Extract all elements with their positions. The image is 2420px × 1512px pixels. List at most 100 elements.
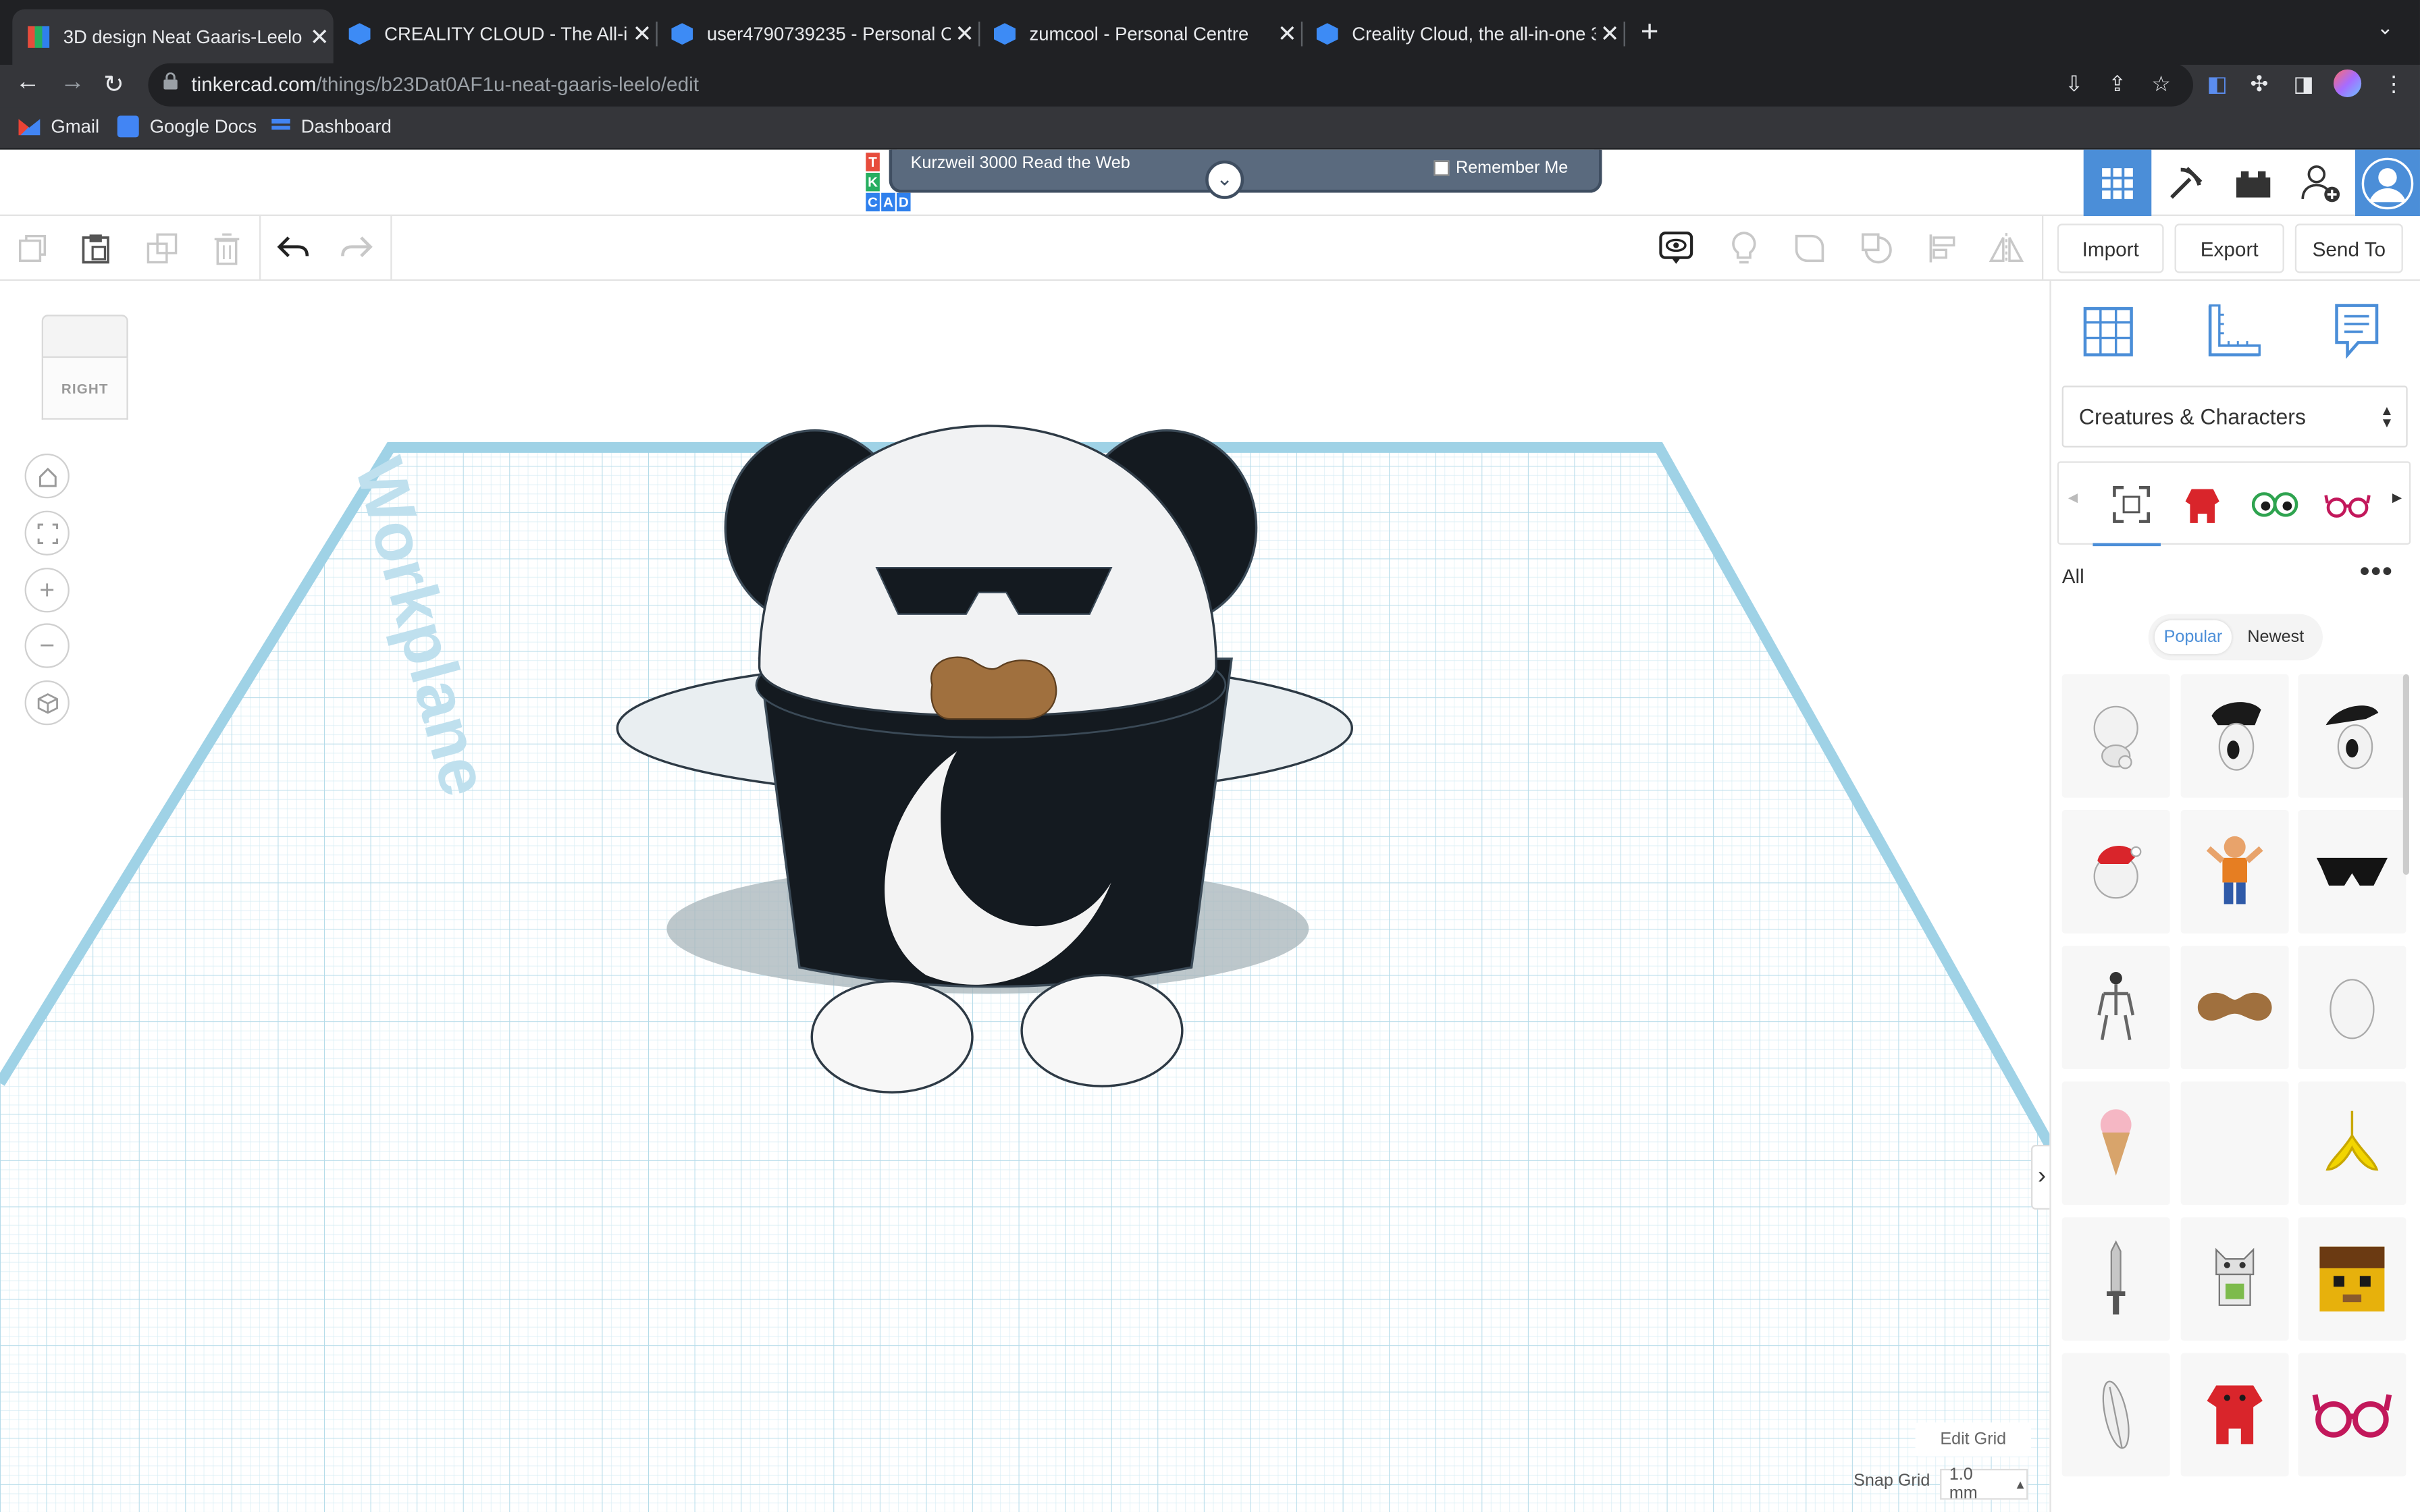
- bricks-button[interactable]: [2219, 150, 2288, 216]
- tab-search-chevron-icon[interactable]: ⌄: [2377, 16, 2394, 40]
- shape-sword[interactable]: [2061, 1217, 2170, 1341]
- tab-close-icon[interactable]: ✕: [951, 20, 978, 48]
- shape-empty[interactable]: [2180, 1081, 2289, 1206]
- shape-glasses[interactable]: [2298, 1353, 2406, 1477]
- user-avatar[interactable]: [2355, 149, 2420, 216]
- tab-zumcool[interactable]: zumcool - Personal Centre ✕: [978, 12, 1303, 55]
- tab-close-icon[interactable]: ✕: [1596, 20, 1623, 48]
- zoom-out-button[interactable]: −: [24, 623, 70, 668]
- edit-grid-button[interactable]: Edit Grid: [1915, 1422, 2031, 1457]
- sort-newest-button[interactable]: Newest: [2235, 620, 2317, 654]
- bookmark-gmail[interactable]: Gmail: [18, 115, 99, 137]
- side-panel-icon[interactable]: ◨: [2294, 71, 2314, 97]
- shape-mustache[interactable]: [2180, 946, 2289, 1069]
- shape-feather[interactable]: [2061, 1353, 2170, 1477]
- new-tab-button[interactable]: +: [1641, 16, 1659, 51]
- notes-visibility-button[interactable]: [1656, 228, 1696, 268]
- install-icon[interactable]: ⇩: [2065, 71, 2083, 97]
- perspective-toggle-button[interactable]: [24, 680, 70, 726]
- extension-kurzweil-icon[interactable]: ◧: [2207, 71, 2228, 97]
- bookmark-star-icon[interactable]: ☆: [2151, 71, 2171, 97]
- subcategory-all[interactable]: [2093, 479, 2161, 547]
- paste-button[interactable]: [76, 228, 115, 268]
- redo-button[interactable]: [336, 228, 376, 268]
- shape-sunglasses[interactable]: [2298, 809, 2406, 934]
- tab-creality-all-in-one[interactable]: Creality Cloud, the all-in-one 3 ✕: [1301, 12, 1625, 55]
- shape-snowman-head[interactable]: [2061, 674, 2170, 798]
- bookmark-dashboard[interactable]: Dashboard: [271, 115, 392, 137]
- reload-icon[interactable]: ↻: [103, 70, 124, 101]
- shape-cat[interactable]: [2180, 1217, 2289, 1341]
- shape-skeleton[interactable]: [2061, 946, 2170, 1069]
- 3d-workspace[interactable]: Workplane RIGHT + − Edit Grid Snap Grid …: [0, 280, 2050, 1512]
- tab-user-centre[interactable]: user4790739235 - Personal Ce ✕: [656, 12, 980, 55]
- zoom-in-button[interactable]: +: [24, 568, 70, 613]
- blocks-pickaxe-button[interactable]: [2151, 150, 2219, 216]
- ruler-tool-button[interactable]: [2203, 299, 2264, 360]
- 3d-design-grid-button[interactable]: [2083, 149, 2152, 216]
- back-arrow-icon[interactable]: ←: [16, 70, 41, 97]
- workplane-scene[interactable]: Workplane: [0, 281, 2050, 1512]
- forward-arrow-icon[interactable]: →: [60, 70, 85, 97]
- tab-creality-cloud[interactable]: CREALITY CLOUD - The All-in- ✕: [334, 12, 658, 55]
- creality-favicon-icon: [348, 23, 371, 45]
- shape-santa-snowman[interactable]: [2061, 809, 2170, 934]
- shape-character[interactable]: [2180, 809, 2289, 934]
- group-button[interactable]: [1790, 228, 1830, 268]
- align-button[interactable]: [1923, 228, 1963, 268]
- carousel-prev-icon[interactable]: ◀: [2068, 491, 2078, 505]
- notes-tool-button[interactable]: [2326, 299, 2388, 360]
- shape-eye-brow-2[interactable]: [2298, 674, 2406, 798]
- sort-popular-button[interactable]: Popular: [2154, 620, 2232, 655]
- fit-view-button[interactable]: [24, 510, 70, 556]
- subcategory-accessories[interactable]: [2321, 479, 2374, 531]
- view-cube[interactable]: RIGHT: [41, 315, 128, 420]
- export-button[interactable]: Export: [2174, 223, 2284, 273]
- duplicate-button[interactable]: [142, 228, 182, 268]
- home-view-button[interactable]: [24, 453, 70, 499]
- shape-block-head[interactable]: [2298, 1217, 2406, 1341]
- logo-letter: T: [866, 153, 880, 171]
- panel-scrollbar[interactable]: [2402, 674, 2409, 875]
- copy-button[interactable]: [12, 228, 52, 268]
- kurzweil-collapse-chevron-icon[interactable]: ⌄: [1205, 160, 1244, 199]
- tab-tinkercad[interactable]: 3D design Neat Gaaris-Leelo | ✕: [12, 9, 334, 65]
- share-icon[interactable]: ⇪: [2108, 71, 2126, 97]
- shape-category-select[interactable]: Creatures & Characters ▲ ▼: [2061, 385, 2408, 448]
- undo-button[interactable]: [273, 228, 313, 268]
- bookmark-google-docs[interactable]: Google Docs: [117, 115, 257, 138]
- invite-user-button[interactable]: [2287, 150, 2355, 216]
- view-cube-right[interactable]: RIGHT: [41, 358, 128, 420]
- extensions-puzzle-icon[interactable]: ✣: [2251, 71, 2269, 97]
- ungroup-button[interactable]: [1857, 228, 1897, 268]
- tab-close-icon[interactable]: ✕: [628, 20, 656, 48]
- toolbar-divider: [2041, 215, 2044, 281]
- tab-close-icon[interactable]: ✕: [1273, 20, 1301, 48]
- subcategory-eyes[interactable]: [2248, 479, 2301, 531]
- shape-ice-cream[interactable]: [2061, 1081, 2170, 1206]
- hint-lightbulb-button[interactable]: [1724, 228, 1764, 268]
- shape-egg[interactable]: [2298, 946, 2406, 1069]
- address-bar[interactable]: tinkercad.com/things/b23Dat0AF1u-neat-ga…: [148, 63, 2193, 107]
- shape-eye-brow-1[interactable]: [2180, 674, 2289, 798]
- remember-me-checkbox[interactable]: Remember Me: [1433, 159, 1568, 178]
- import-button[interactable]: Import: [2057, 223, 2164, 273]
- tab-close-icon[interactable]: ✕: [306, 23, 334, 51]
- workplane-tool-button[interactable]: [2078, 299, 2139, 360]
- minus-icon: −: [39, 630, 55, 660]
- profile-avatar[interactable]: [2333, 69, 2362, 97]
- subcategory-creatures[interactable]: [2176, 479, 2229, 531]
- more-options-icon[interactable]: •••: [2360, 556, 2394, 588]
- send-to-button[interactable]: Send To: [2294, 223, 2403, 273]
- chrome-menu-icon[interactable]: ⋮: [2383, 71, 2404, 97]
- view-cube-top[interactable]: [41, 315, 128, 358]
- carousel-next-icon[interactable]: ▶: [2392, 491, 2402, 505]
- shape-banana[interactable]: [2298, 1081, 2406, 1206]
- delete-button[interactable]: [207, 228, 246, 268]
- mirror-button[interactable]: [1987, 228, 2026, 268]
- copy-icon: [18, 234, 46, 262]
- panda-left-foot: [810, 979, 974, 1094]
- snap-grid-select[interactable]: 1.0 mm ▲: [1940, 1465, 2028, 1503]
- collapse-panel-button[interactable]: ›: [2030, 1144, 2050, 1210]
- shape-red-creature[interactable]: [2180, 1353, 2289, 1477]
